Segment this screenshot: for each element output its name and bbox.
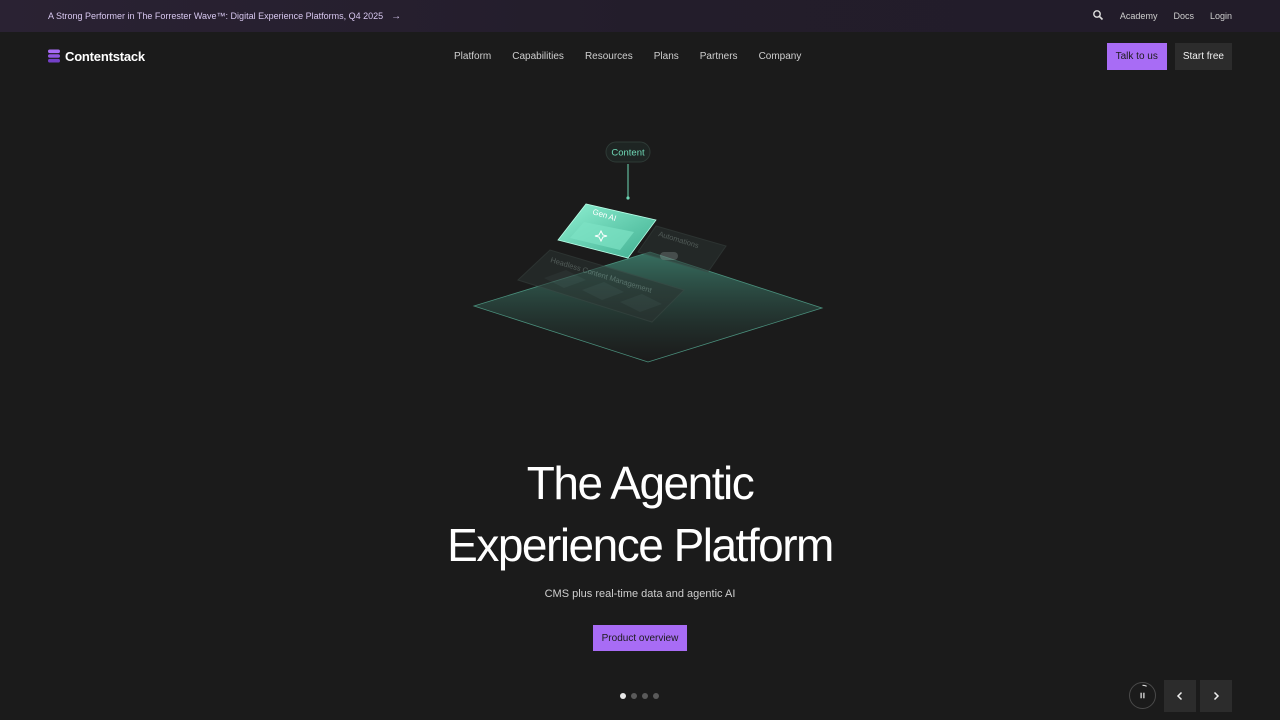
arrow-right-icon: → bbox=[391, 10, 402, 22]
carousel-dot-4[interactable] bbox=[653, 693, 659, 699]
carousel-next-button[interactable] bbox=[1200, 680, 1232, 712]
illustration-content-label: Content bbox=[611, 148, 645, 159]
nav-item-plans[interactable]: Plans bbox=[654, 51, 679, 62]
brand-name: Contentstack bbox=[65, 48, 145, 64]
announcement-bar: A Strong Performer in The Forrester Wave… bbox=[0, 0, 1280, 32]
utility-link-login[interactable]: Login bbox=[1210, 11, 1232, 21]
nav-item-resources[interactable]: Resources bbox=[585, 51, 633, 62]
search-icon[interactable] bbox=[1092, 9, 1104, 23]
nav-item-platform[interactable]: Platform bbox=[454, 51, 491, 62]
talk-to-us-button[interactable]: Talk to us bbox=[1106, 43, 1167, 70]
carousel-dot-2[interactable] bbox=[631, 693, 637, 699]
chevron-left-icon bbox=[1176, 691, 1183, 701]
announcement-text: A Strong Performer in The Forrester Wave… bbox=[48, 11, 384, 21]
nav-cta-group: Talk to us Start free bbox=[1106, 43, 1232, 70]
utility-link-docs[interactable]: Docs bbox=[1173, 11, 1194, 21]
carousel-dots bbox=[620, 693, 659, 699]
contentstack-logo-icon bbox=[48, 49, 60, 63]
nav-item-capabilities[interactable]: Capabilities bbox=[512, 51, 564, 62]
nav-item-partners[interactable]: Partners bbox=[700, 51, 738, 62]
platform-illustration: Content Headless Content Management Auto… bbox=[472, 141, 824, 363]
hero-title: The Agentic Experience Platform bbox=[0, 452, 1280, 576]
primary-menu: Platform Capabilities Resources Plans Pa… bbox=[454, 32, 801, 80]
pause-icon bbox=[1140, 684, 1147, 699]
utility-link-academy[interactable]: Academy bbox=[1120, 11, 1158, 21]
hero-title-line-2: Experience Platform bbox=[447, 519, 834, 571]
start-free-button[interactable]: Start free bbox=[1174, 43, 1232, 70]
product-overview-button[interactable]: Product overview bbox=[593, 625, 687, 651]
pause-button[interactable] bbox=[1129, 682, 1156, 709]
main-nav: Contentstack Platform Capabilities Resou… bbox=[0, 32, 1280, 80]
nav-item-company[interactable]: Company bbox=[759, 51, 802, 62]
utility-nav: Academy Docs Login bbox=[1092, 9, 1232, 23]
brand-logo[interactable]: Contentstack bbox=[48, 49, 145, 64]
chevron-right-icon bbox=[1213, 691, 1220, 701]
hero-title-line-1: The Agentic bbox=[526, 457, 755, 509]
carousel-dot-3[interactable] bbox=[642, 693, 648, 699]
carousel-prev-button[interactable] bbox=[1164, 680, 1196, 712]
hero-subtitle: CMS plus real-time data and agentic AI bbox=[544, 588, 736, 600]
carousel-dot-1[interactable] bbox=[620, 693, 626, 699]
announcement-link[interactable]: A Strong Performer in The Forrester Wave… bbox=[48, 11, 401, 22]
